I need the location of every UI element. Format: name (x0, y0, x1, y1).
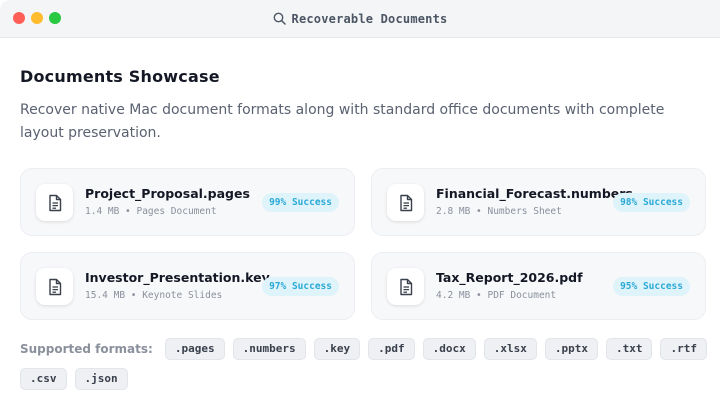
document-name: Financial_Forecast.numbers (436, 186, 633, 201)
format-chip-rtf: .rtf (660, 338, 707, 360)
app-window: Recoverable Documents Documents Showcase… (0, 0, 720, 400)
supported-formats: Supported formats: .pages .numbers .key … (20, 338, 710, 390)
format-chip-pptx: .pptx (544, 338, 598, 360)
format-chip-docx: .docx (422, 338, 476, 360)
format-chip-pdf: .pdf (368, 338, 415, 360)
document-meta: 1.4 MB • Pages Document (85, 206, 217, 217)
document-meta: 2.8 MB • Numbers Sheet (436, 206, 562, 217)
window-title: Recoverable Documents (291, 12, 448, 26)
document-card[interactable]: Financial_Forecast.numbers 2.8 MB • Numb… (371, 168, 706, 236)
success-badge: 99% Success (262, 193, 339, 212)
success-badge: 95% Success (613, 277, 690, 296)
success-badge: 98% Success (613, 193, 690, 212)
document-card[interactable]: Project_Proposal.pages 1.4 MB • Pages Do… (20, 168, 355, 236)
document-icon (387, 268, 424, 305)
formats-label: Supported formats: (20, 342, 153, 356)
window-title-wrap: Recoverable Documents (0, 0, 720, 38)
success-badge: 97% Success (262, 277, 339, 296)
document-card[interactable]: Tax_Report_2026.pdf 4.2 MB • PDF Documen… (371, 252, 706, 320)
document-icon (36, 184, 73, 221)
format-chip-txt: .txt (605, 338, 653, 360)
page-description: Recover native Mac document formats alon… (20, 102, 665, 141)
title-bar: Recoverable Documents (0, 0, 720, 38)
document-icon (36, 268, 73, 305)
document-meta: 4.2 MB • PDF Document (436, 290, 557, 301)
page-title: Documents Showcase (20, 67, 220, 86)
search-icon (273, 10, 286, 29)
format-chip-json: .json (74, 368, 128, 390)
document-meta: 15.4 MB • Keynote Slides (85, 290, 223, 301)
format-chip-numbers: .numbers (232, 338, 306, 360)
document-icon (387, 184, 424, 221)
document-name: Investor_Presentation.key (85, 270, 270, 285)
format-chip-csv: .csv (20, 368, 67, 390)
document-name: Project_Proposal.pages (85, 186, 250, 201)
document-name: Tax_Report_2026.pdf (436, 270, 583, 285)
document-card[interactable]: Investor_Presentation.key 15.4 MB • Keyn… (20, 252, 355, 320)
format-chip-key: .key (313, 338, 361, 360)
format-chip-xlsx: .xlsx (483, 338, 537, 360)
format-chip-pages: .pages (164, 338, 225, 360)
